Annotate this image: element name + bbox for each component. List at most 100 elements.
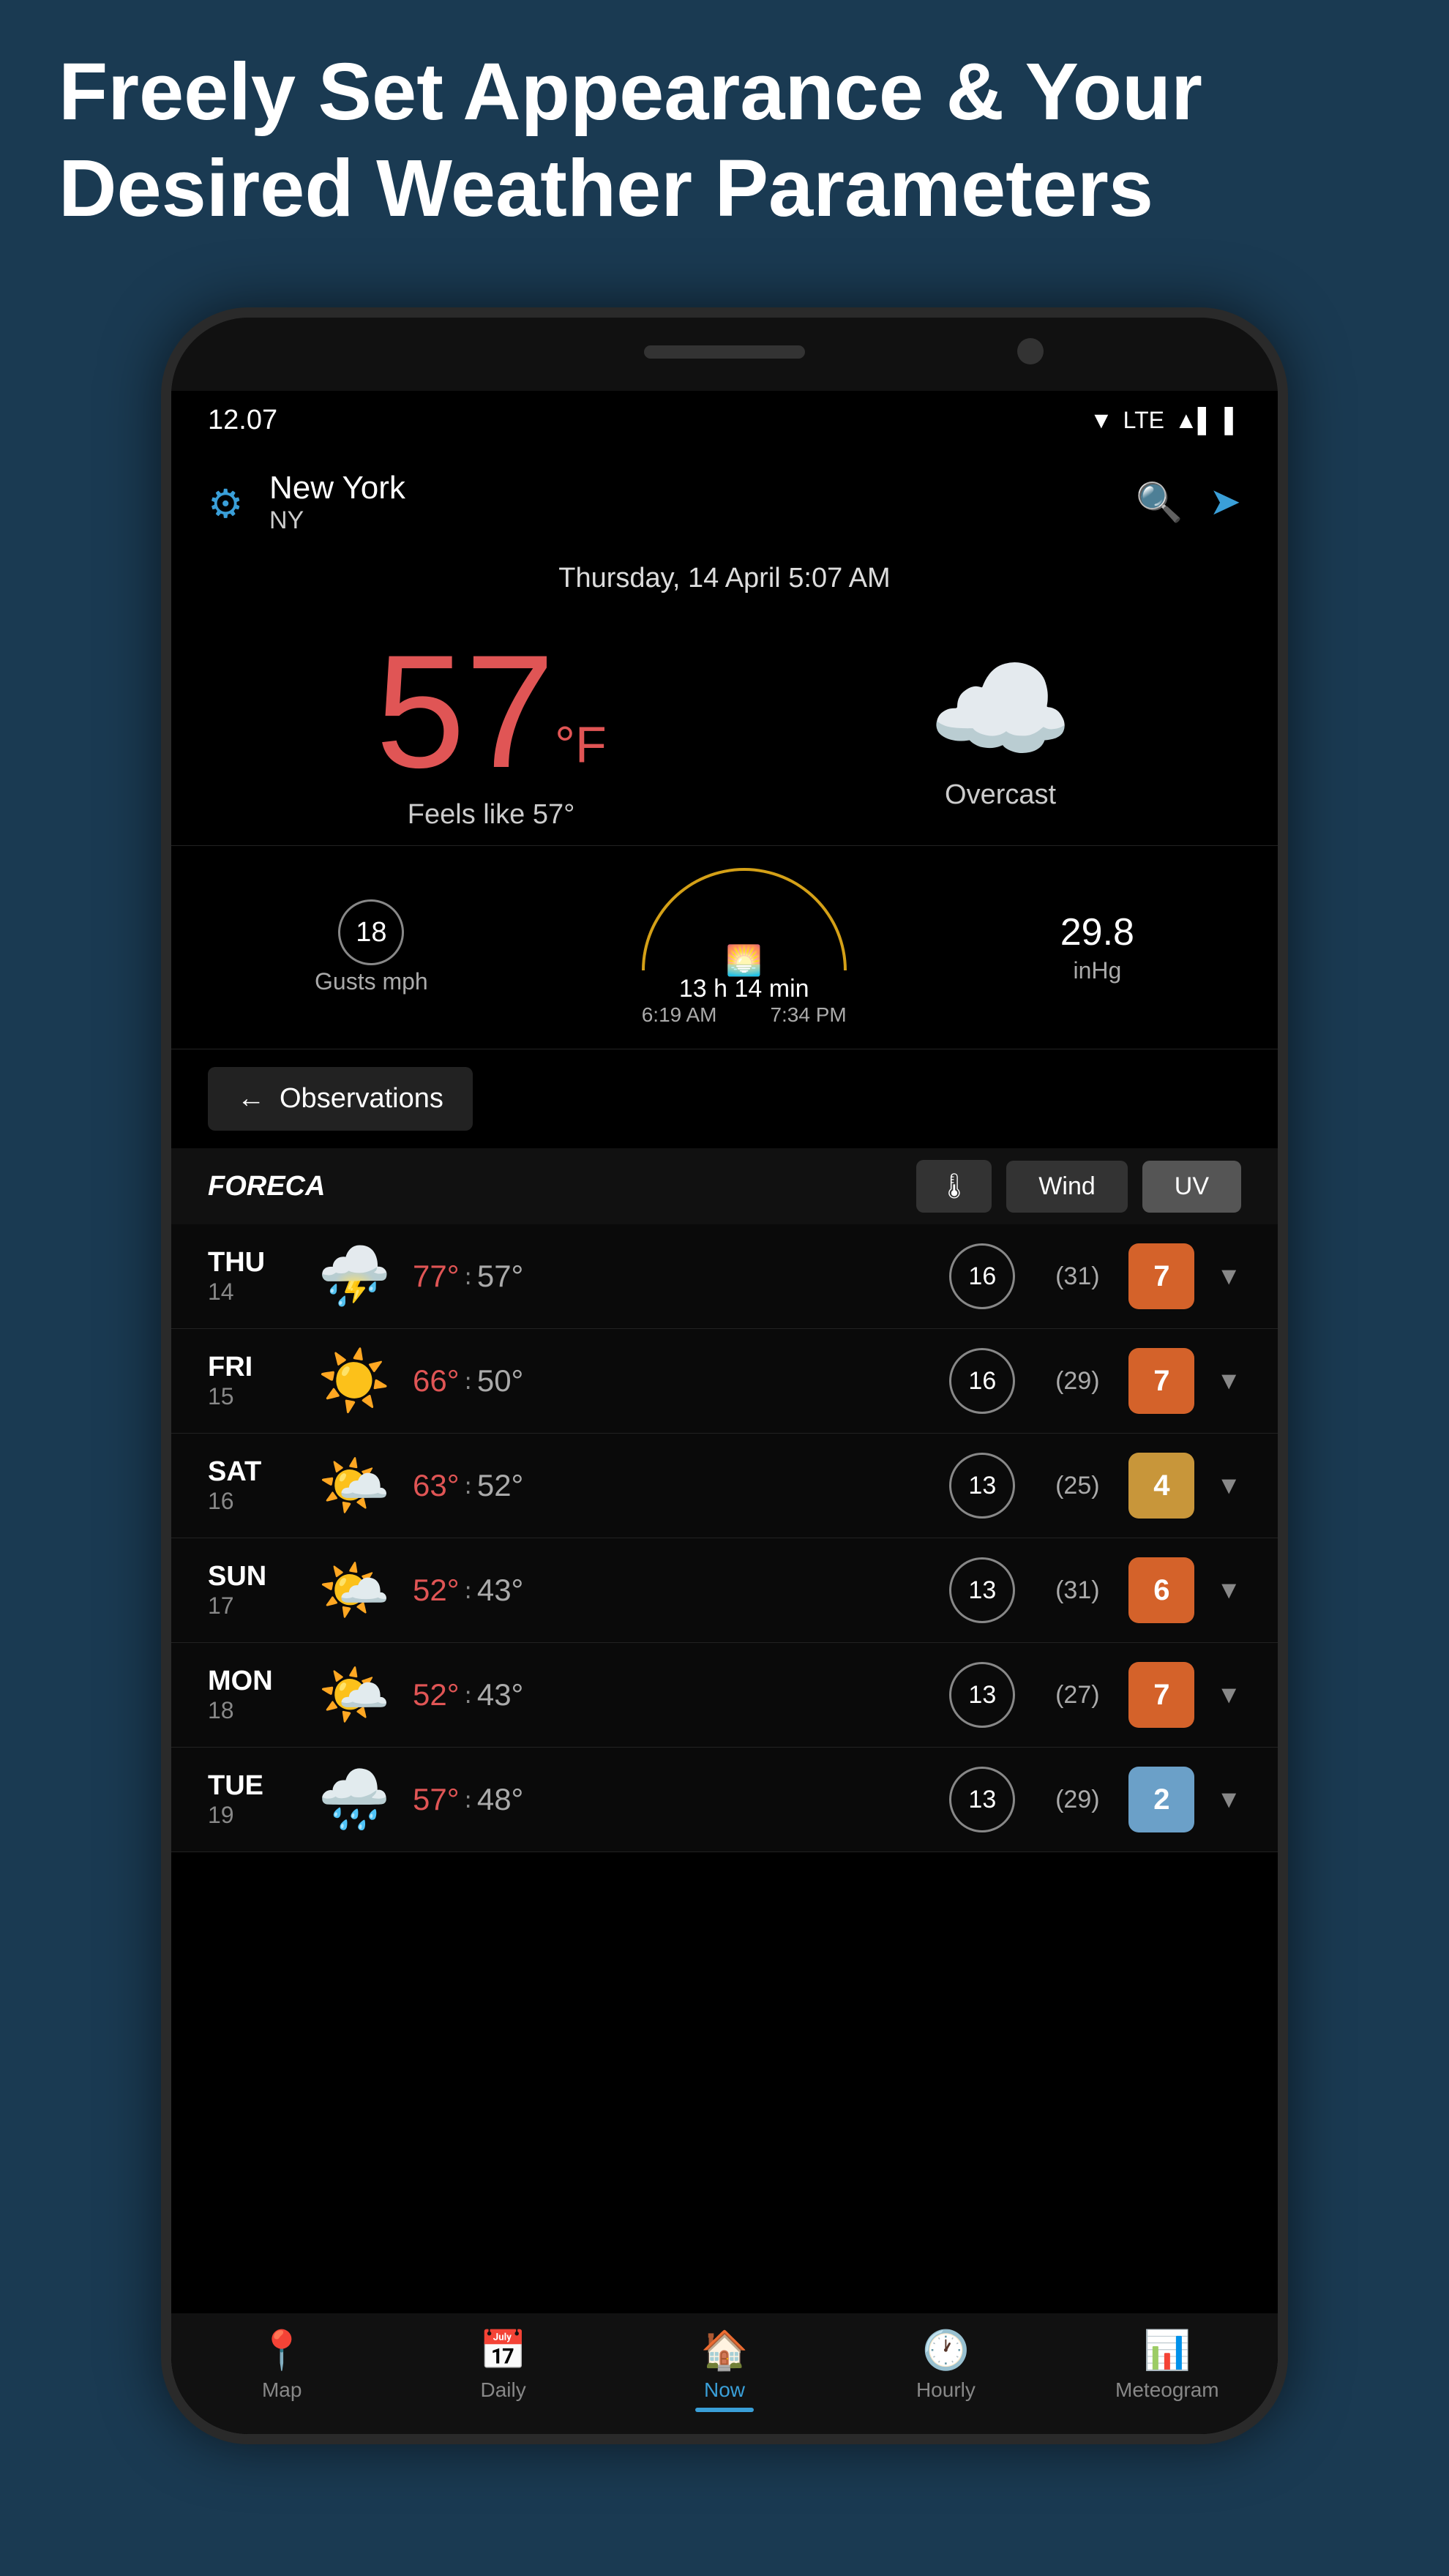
chevron-down-icon: ▼ [1216, 1367, 1241, 1396]
day-num: 14 [208, 1278, 296, 1306]
phone-frame: 12.07 ▼ LTE ▲▌ ▌ ⚙ New York NY 🔍 ➤ Thur [161, 307, 1288, 2444]
forecast-row[interactable]: MON 18 🌤️ 52°∶43° 13 (27) 7 ▼ [171, 1643, 1278, 1748]
weather-main: 57°F Feels like 57° ☁️ Overcast [171, 616, 1278, 845]
lte-label: LTE [1123, 407, 1164, 434]
cloud-icon: ☁️ [927, 651, 1073, 768]
tab-thermometer[interactable]: 🌡 [916, 1160, 992, 1213]
temp-separator: ∶ [465, 1475, 471, 1501]
gusts-item: 18 Gusts mph [315, 899, 428, 995]
forecast-gust: (29) [1041, 1367, 1114, 1396]
navigation-icon[interactable]: ➤ [1209, 480, 1241, 525]
nav-item-map[interactable]: 📍 Map [171, 2328, 392, 2412]
temp-section: 57°F Feels like 57° [375, 631, 606, 831]
observations-button[interactable]: ← Observations [208, 1067, 473, 1131]
map-nav-icon: 📍 [171, 2328, 392, 2373]
sun-duration: 13 h 14 min [642, 975, 847, 1003]
nav-item-daily[interactable]: 📅 Daily [392, 2328, 613, 2412]
location-city: New York [269, 470, 405, 506]
nav-item-now[interactable]: 🏠 Now [614, 2328, 835, 2412]
temp-high: 63° [413, 1468, 460, 1502]
forecast-gust: (25) [1041, 1472, 1114, 1500]
temp-separator: ∶ [465, 1789, 471, 1815]
forecast-day-sat: SAT 16 [208, 1456, 296, 1515]
temp-low: 43° [477, 1677, 524, 1712]
hourly-nav-icon: 🕐 [835, 2328, 1056, 2373]
app-header-left: ⚙ New York NY [208, 470, 405, 535]
phone-side-button-right [1285, 757, 1288, 888]
forecast-row[interactable]: THU 14 ⛈️ 77°∶57° 16 (31) 7 ▼ [171, 1224, 1278, 1329]
location-info: New York NY [269, 470, 405, 535]
forecast-icon: ⛈️ [310, 1242, 398, 1311]
wind-circle: 16 [949, 1243, 1015, 1309]
day-num: 18 [208, 1697, 296, 1724]
pressure-value: 29.8 [1060, 910, 1134, 954]
wind-circle: 16 [949, 1348, 1015, 1414]
feels-like: Feels like 57° [375, 799, 606, 831]
chevron-down-icon: ▼ [1216, 1681, 1241, 1710]
forecast-temps: 57°∶48° [413, 1782, 924, 1817]
settings-icon[interactable]: ⚙ [208, 481, 252, 525]
daily-nav-icon: 📅 [392, 2328, 613, 2373]
forecast-day-fri: FRI 15 [208, 1352, 296, 1410]
bottom-nav: 📍 Map 📅 Daily 🏠 Now 🕐 Hourly 📊 Meteogram [171, 2313, 1278, 2434]
forecast-temps: 52°∶43° [413, 1677, 924, 1712]
signal-icon: ▲▌ [1175, 407, 1214, 434]
day-name: SUN [208, 1561, 296, 1592]
hourly-nav-label: Hourly [916, 2378, 976, 2401]
weather-icon-section: ☁️ Overcast [927, 651, 1073, 811]
forecast-row[interactable]: FRI 15 ☀️ 66°∶50° 16 (29) 7 ▼ [171, 1329, 1278, 1434]
tab-wind[interactable]: Wind [1006, 1161, 1127, 1213]
forecast-tabs: FORECA 🌡 Wind UV [171, 1148, 1278, 1224]
sun-icon-middle: 🌅 [726, 943, 763, 978]
sunrise-time: 6:19 AM [642, 1003, 717, 1027]
phone-speaker [644, 345, 805, 359]
uv-badge: 4 [1128, 1453, 1194, 1519]
temp-high: 52° [413, 1573, 460, 1607]
temp-low: 48° [477, 1782, 524, 1816]
forecast-wind: 13 [938, 1767, 1026, 1832]
gusts-label: Gusts mph [315, 968, 428, 995]
forecast-wind: 13 [938, 1557, 1026, 1623]
day-name: THU [208, 1247, 296, 1278]
temp-low: 52° [477, 1468, 524, 1502]
chevron-down-icon: ▼ [1216, 1786, 1241, 1814]
tab-uv[interactable]: UV [1142, 1161, 1241, 1213]
day-name: MON [208, 1666, 296, 1697]
forecast-day-thu: THU 14 [208, 1247, 296, 1306]
wind-circle: 13 [949, 1767, 1015, 1832]
uv-badge: 7 [1128, 1243, 1194, 1309]
forecast-row[interactable]: TUE 19 🌧️ 57°∶48° 13 (29) 2 ▼ [171, 1748, 1278, 1852]
battery-icon: ▌ [1224, 407, 1241, 434]
status-bar: 12.07 ▼ LTE ▲▌ ▌ [171, 391, 1278, 449]
header-line1: Freely Set Appearance & Your [59, 44, 1390, 141]
forecast-day-sun: SUN 17 [208, 1561, 296, 1620]
now-nav-label: Now [704, 2378, 745, 2401]
temp-separator: ∶ [465, 1370, 471, 1396]
nav-active-indicator [695, 2408, 754, 2412]
observations-label: Observations [280, 1083, 443, 1115]
uv-badge: 7 [1128, 1348, 1194, 1414]
forecast-icon: 🌤️ [310, 1556, 398, 1625]
forecast-wind: 16 [938, 1243, 1026, 1309]
back-arrow-icon: ← [237, 1083, 265, 1115]
forecast-row[interactable]: SUN 17 🌤️ 52°∶43° 13 (31) 6 ▼ [171, 1538, 1278, 1643]
day-name: SAT [208, 1456, 296, 1488]
temp-separator: ∶ [465, 1579, 471, 1606]
forecast-row[interactable]: SAT 16 🌤️ 63°∶52° 13 (25) 4 ▼ [171, 1434, 1278, 1538]
forecast-icon: 🌤️ [310, 1451, 398, 1520]
search-icon[interactable]: 🔍 [1136, 480, 1183, 525]
app-header-right: 🔍 ➤ [1136, 480, 1241, 525]
forecast-gust: (31) [1041, 1262, 1114, 1291]
nav-item-hourly[interactable]: 🕐 Hourly [835, 2328, 1056, 2412]
temp-separator: ∶ [465, 1684, 471, 1710]
weather-description: Overcast [927, 779, 1073, 811]
uv-badge: 2 [1128, 1767, 1194, 1832]
nav-item-meteogram[interactable]: 📊 Meteogram [1057, 2328, 1278, 2412]
sun-times: 6:19 AM 7:34 PM [642, 1003, 847, 1027]
forecast-temps: 77°∶57° [413, 1259, 924, 1294]
forecast-day-tue: TUE 19 [208, 1770, 296, 1829]
location-state: NY [269, 506, 405, 535]
sun-arc: 🌅 [642, 868, 847, 970]
pressure-item: 29.8 inHg [1060, 910, 1134, 984]
map-nav-label: Map [262, 2378, 302, 2401]
